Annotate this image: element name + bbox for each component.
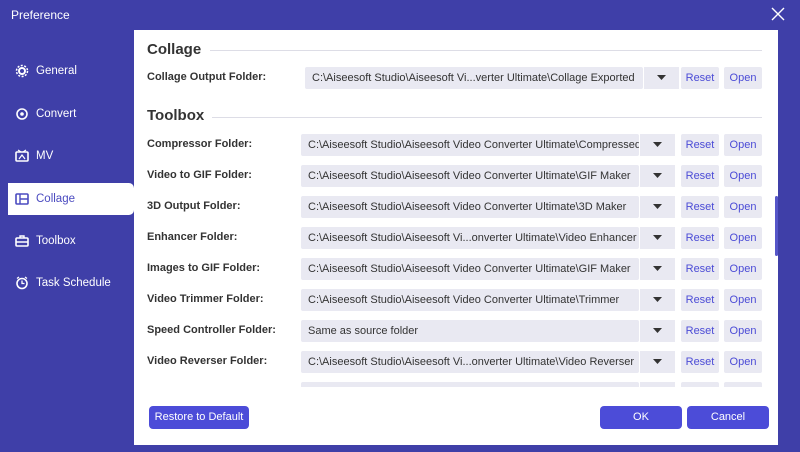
sidebar-item-toolbox[interactable]: Toolbox (0, 220, 134, 263)
row-label: Collage Output Folder: (147, 71, 267, 83)
open-button[interactable]: Open (724, 134, 762, 156)
folder-dropdown-button[interactable] (639, 227, 675, 249)
folder-dropdown-button[interactable] (639, 165, 675, 187)
ok-button[interactable]: OK (600, 406, 682, 429)
folder-dropdown-button[interactable] (643, 67, 679, 89)
folder-row-video-reverser: Video Reverser Folder: C:\Aiseesoft Stud… (147, 351, 767, 373)
folder-path-field[interactable]: Same as source folder (301, 320, 639, 342)
dialog-footer: Restore to Default OK Cancel (134, 387, 778, 445)
reset-button[interactable]: Reset (681, 227, 719, 249)
reset-button[interactable]: Reset (681, 134, 719, 156)
reset-button[interactable]: Reset (681, 320, 719, 342)
title-bar: Preference (0, 0, 800, 30)
chevron-down-icon (653, 328, 662, 333)
open-button[interactable]: Open (724, 67, 762, 89)
sidebar: General Convert MV Collage Toolbox Task … (0, 50, 134, 305)
restore-default-button[interactable]: Restore to Default (149, 406, 249, 429)
folder-path-field[interactable]: C:\Aiseesoft Studio\Aiseesoft Video Conv… (301, 196, 639, 218)
clock-icon (16, 276, 28, 290)
folder-dropdown-button[interactable] (639, 320, 675, 342)
preference-panel: Collage Collage Output Folder: C:\Aisees… (134, 30, 778, 445)
window-title: Preference (11, 8, 70, 22)
folder-dropdown-button[interactable] (639, 289, 675, 311)
folder-row-3d-output: 3D Output Folder: C:\Aiseesoft Studio\Ai… (147, 196, 767, 218)
toolbox-icon (15, 235, 29, 247)
convert-icon (16, 107, 28, 120)
sidebar-item-task-schedule[interactable]: Task Schedule (0, 262, 134, 305)
folder-row-speed-controller: Speed Controller Folder: Same as source … (147, 320, 767, 342)
cancel-button[interactable]: Cancel (687, 406, 769, 429)
folder-row-video-to-gif: Video to GIF Folder: C:\Aiseesoft Studio… (147, 165, 767, 187)
sidebar-item-collage[interactable]: Collage (8, 182, 134, 215)
chevron-down-icon (657, 75, 666, 80)
row-label: Speed Controller Folder: (147, 324, 276, 336)
open-button[interactable]: Open (724, 320, 762, 342)
scrollbar-thumb[interactable] (775, 196, 778, 256)
reset-button[interactable]: Reset (681, 258, 719, 280)
reset-button[interactable]: Reset (681, 165, 719, 187)
folder-path-field[interactable]: C:\Aiseesoft Studio\Aiseesoft Video Conv… (301, 289, 639, 311)
sidebar-item-label: Toolbox (36, 234, 76, 247)
close-icon[interactable] (770, 6, 786, 22)
folder-dropdown-button[interactable] (639, 196, 675, 218)
sidebar-item-general[interactable]: General (0, 50, 134, 93)
sidebar-item-convert[interactable]: Convert (0, 93, 134, 136)
row-label: 3D Output Folder: (147, 200, 241, 212)
collage-icon (15, 192, 29, 205)
reset-button[interactable]: Reset (681, 196, 719, 218)
settings-scroll-area[interactable]: Collage Collage Output Folder: C:\Aisees… (134, 30, 774, 387)
folder-path-field[interactable]: C:\Aiseesoft Studio\Aiseesoft Video Conv… (301, 258, 639, 280)
row-label: Compressor Folder: (147, 138, 253, 150)
folder-row-enhancer: Enhancer Folder: C:\Aiseesoft Studio\Ais… (147, 227, 767, 249)
open-button[interactable]: Open (724, 351, 762, 373)
folder-path-field[interactable]: C:\Aiseesoft Studio\Aiseesoft Video Conv… (301, 165, 639, 187)
folder-row-images-to-gif: Images to GIF Folder: C:\Aiseesoft Studi… (147, 258, 767, 280)
section-divider (212, 117, 762, 118)
section-title-collage: Collage (147, 41, 202, 58)
sidebar-item-label: Task Schedule (36, 277, 111, 290)
open-button[interactable]: Open (724, 227, 762, 249)
reset-button[interactable]: Reset (681, 67, 719, 89)
reset-button[interactable]: Reset (681, 289, 719, 311)
folder-row-compressor: Compressor Folder: C:\Aiseesoft Studio\A… (147, 134, 767, 156)
chevron-down-icon (653, 173, 662, 178)
row-label: Images to GIF Folder: (147, 262, 261, 274)
folder-dropdown-button[interactable] (639, 258, 675, 280)
sidebar-item-label: Convert (36, 107, 77, 120)
sidebar-item-label: General (36, 65, 77, 78)
open-button[interactable]: Open (724, 165, 762, 187)
chevron-down-icon (653, 142, 662, 147)
row-label: Video Reverser Folder: (147, 355, 268, 367)
folder-dropdown-button[interactable] (639, 351, 675, 373)
folder-row-video-trimmer: Video Trimmer Folder: C:\Aiseesoft Studi… (147, 289, 767, 311)
chevron-down-icon (653, 266, 662, 271)
sidebar-item-label: Collage (36, 192, 75, 205)
section-divider (210, 50, 762, 51)
chevron-down-icon (653, 359, 662, 364)
sidebar-item-mv[interactable]: MV (0, 135, 134, 178)
open-button[interactable]: Open (724, 289, 762, 311)
folder-path-field[interactable]: C:\Aiseesoft Studio\Aiseesoft Vi...onver… (301, 227, 639, 249)
open-button[interactable]: Open (724, 196, 762, 218)
row-label: Enhancer Folder: (147, 231, 238, 243)
chevron-down-icon (653, 235, 662, 240)
gear-icon (15, 65, 29, 78)
sidebar-item-label: MV (36, 150, 54, 163)
folder-path-field[interactable]: C:\Aiseesoft Studio\Aiseesoft Vi...onver… (301, 351, 639, 373)
chevron-down-icon (653, 297, 662, 302)
row-label: Video Trimmer Folder: (147, 293, 264, 305)
folder-path-field[interactable]: C:\Aiseesoft Studio\Aiseesoft Vi...verte… (305, 67, 643, 89)
folder-dropdown-button[interactable] (639, 134, 675, 156)
reset-button[interactable]: Reset (681, 351, 719, 373)
folder-path-field[interactable]: C:\Aiseesoft Studio\Aiseesoft Video Conv… (301, 134, 639, 156)
folder-row-collage-output: Collage Output Folder: C:\Aiseesoft Stud… (147, 67, 767, 89)
row-label: Video to GIF Folder: (147, 169, 252, 181)
chevron-down-icon (653, 204, 662, 209)
section-title-toolbox: Toolbox (147, 107, 205, 124)
mv-icon (15, 149, 29, 163)
open-button[interactable]: Open (724, 258, 762, 280)
